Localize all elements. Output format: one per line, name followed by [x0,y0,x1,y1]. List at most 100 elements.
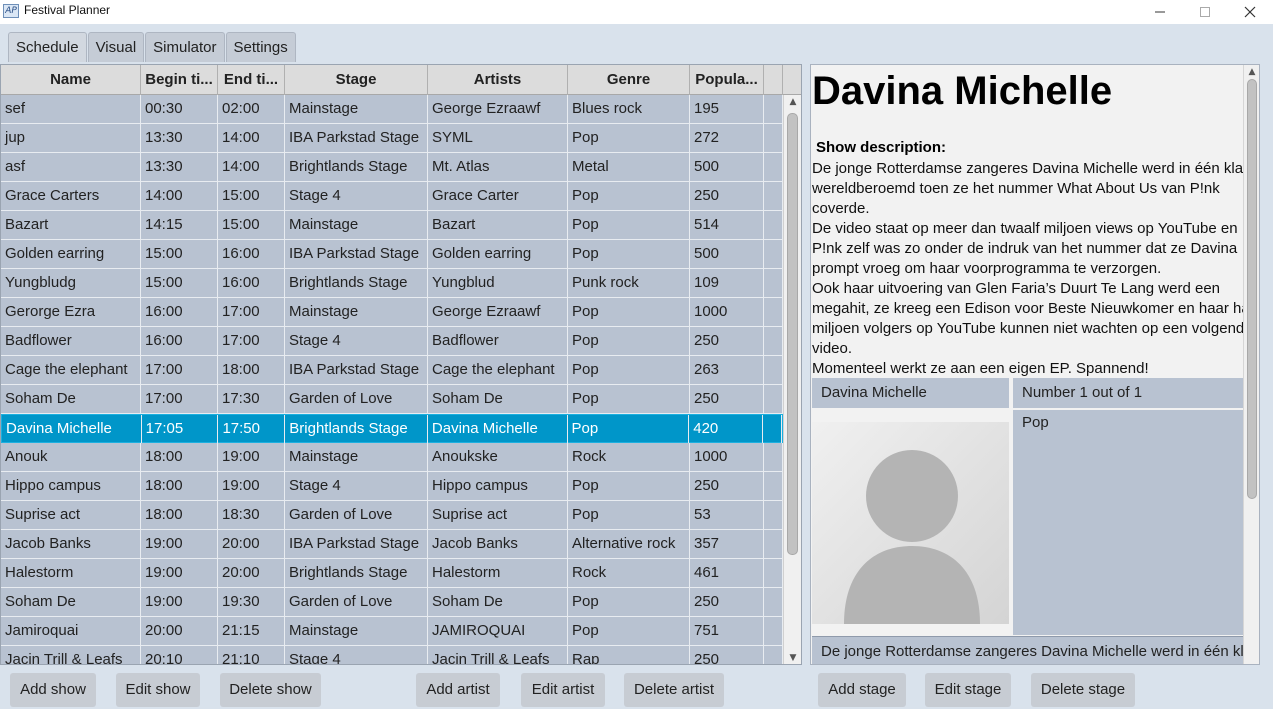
add-artist-button[interactable]: Add artist [416,673,500,707]
cell-popularity: 250 [690,472,764,500]
cell-genre: Rock [568,443,690,471]
add-stage-button[interactable]: Add stage [818,673,906,707]
cell-genre: Pop [568,298,690,326]
delete-stage-button[interactable]: Delete stage [1031,673,1135,707]
cell-stage: Garden of Love [285,385,428,413]
table-row[interactable]: Anouk 18:00 19:00 Mainstage Anoukske Rock 1000 [1,443,783,472]
close-button[interactable] [1227,0,1273,24]
tab-simulator[interactable]: Simulator [145,32,225,62]
table-row[interactable]: Jamiroquai 20:00 21:15 Mainstage JAMIROQUAI P… [1,617,783,646]
table-row[interactable]: Soham De 17:00 17:30 Garden of Love Soham De… [1,385,783,414]
tab-settings[interactable]: Settings [225,32,296,62]
cell-extra [764,385,783,413]
table-row[interactable]: Cage the elephant 17:00 18:00 IBA Parkstad … [1,356,783,385]
cell-popularity: 250 [690,182,764,210]
table-row[interactable]: Bazart 14:15 15:00 Mainstage Bazart Pop 514 [1,211,783,240]
edit-artist-button[interactable]: Edit artist [521,673,605,707]
delete-artist-button[interactable]: Delete artist [624,673,724,707]
cell-end-time: 17:00 [218,327,285,355]
cell-extra [764,646,783,664]
cell-end-time: 14:00 [218,153,285,181]
cell-genre: Metal [568,153,690,181]
minimize-button[interactable] [1137,0,1183,24]
cell-name: Badflower [1,327,141,355]
cell-begin-time: 15:00 [141,269,218,297]
table-scrollbar-thumb[interactable] [787,113,798,555]
description-line: megahit, ze kreeg een Edison voor Beste … [812,300,1244,317]
description-line: De video staat op meer dan twaalf miljoe… [812,220,1238,237]
cell-stage: Garden of Love [285,588,428,616]
table-row[interactable]: Soham De 19:00 19:30 Garden of Love Soham De… [1,588,783,617]
cell-popularity: 250 [690,385,764,413]
column-header-genre[interactable]: Genre [568,65,690,95]
tab-visual[interactable]: Visual [87,32,145,62]
cell-stage: Stage 4 [285,327,428,355]
table-row[interactable]: Grace Carters 14:00 15:00 Stage 4 Grace Cart… [1,182,783,211]
detail-scrollbar-thumb[interactable] [1247,79,1257,499]
column-header-stage[interactable]: Stage [285,65,428,95]
tab-schedule[interactable]: Schedule [8,32,87,62]
cell-end-time: 19:30 [218,588,285,616]
table-row[interactable]: Yungbludg 15:00 16:00 Brightlands Stage Yung… [1,269,783,298]
column-header-begin-time[interactable]: Begin ti... [141,65,218,95]
cell-genre: Rap [568,646,690,664]
cell-name: Halestorm [1,559,141,587]
table-row[interactable]: Hippo campus 18:00 19:00 Stage 4 Hippo campu… [1,472,783,501]
cell-genre: Pop [568,211,690,239]
cell-artists: Suprise act [428,501,568,529]
cell-stage: Brightlands Stage [285,153,428,181]
cell-popularity: 461 [690,559,764,587]
description-line: wereldberoemd toen ze het nummer What Ab… [812,180,1220,197]
scroll-down-icon[interactable]: ▼ [788,653,798,663]
column-header-artists[interactable]: Artists [428,65,568,95]
cell-name: Jacob Banks [1,530,141,558]
scroll-up-icon[interactable]: ▲ [788,97,798,107]
table-row[interactable]: jup 13:30 14:00 IBA Parkstad Stage SYML Pop 27… [1,124,783,153]
column-header-extra [764,65,783,95]
close-icon [1244,6,1256,18]
edit-stage-button[interactable]: Edit stage [925,673,1011,707]
column-header-popularity[interactable]: Popula... [690,65,764,95]
edit-show-button[interactable]: Edit show [116,673,200,707]
maximize-icon [1200,7,1210,17]
cell-extra [764,530,783,558]
detail-scroll-up-icon[interactable]: ▲ [1247,67,1257,77]
cell-genre: Punk rock [568,269,690,297]
cell-name: Gerorge Ezra [1,298,141,326]
cell-stage: IBA Parkstad Stage [285,530,428,558]
cell-begin-time: 18:00 [141,501,218,529]
table-row[interactable]: Gerorge Ezra 16:00 17:00 Mainstage George Ez… [1,298,783,327]
description-line: prompt vroeg om haar voorprogramma te ve… [812,260,1162,277]
detail-scrollbar[interactable]: ▲ [1243,65,1259,664]
cell-stage: Brightlands Stage [285,559,428,587]
add-show-button[interactable]: Add show [10,673,96,707]
cell-begin-time: 19:00 [141,530,218,558]
cell-artists: SYML [428,124,568,152]
table-row[interactable]: Golden earring 15:00 16:00 IBA Parkstad Sta… [1,240,783,269]
table-row[interactable]: Badflower 16:00 17:00 Stage 4 Badflower Pop 25… [1,327,783,356]
table-row[interactable]: Jacin Trill & Leafs 20:10 21:10 Stage 4 Jaci… [1,646,783,664]
cell-extra [764,588,783,616]
cell-genre: Blues rock [568,95,690,123]
cell-begin-time: 16:00 [141,327,218,355]
table-row[interactable]: asf 13:30 14:00 Brightlands Stage Mt. Atlas M… [1,153,783,182]
column-header-name[interactable]: Name [1,65,141,95]
table-row[interactable]: Davina Michelle 17:05 17:50 Brightlands Sta… [1,414,783,443]
table-scrollbar[interactable]: ▲ ▼ [783,95,801,664]
table-row[interactable]: Suprise act 18:00 18:30 Garden of Love Supri… [1,501,783,530]
cell-end-time: 15:00 [218,211,285,239]
column-header-end-time[interactable]: End ti... [218,65,285,95]
cell-end-time: 19:00 [218,443,285,471]
table-row[interactable]: sef 00:30 02:00 Mainstage George Ezraawf Blue… [1,95,783,124]
cell-begin-time: 14:15 [141,211,218,239]
cell-end-time: 19:00 [218,472,285,500]
maximize-button[interactable] [1182,0,1228,24]
cell-begin-time: 19:00 [141,588,218,616]
delete-show-button[interactable]: Delete show [220,673,321,707]
table-row[interactable]: Jacob Banks 19:00 20:00 IBA Parkstad Stage J… [1,530,783,559]
table-row[interactable]: Halestorm 19:00 20:00 Brightlands Stage Hale… [1,559,783,588]
schedule-table: Name Begin ti... End ti... Stage Artists… [0,64,802,665]
cell-name: Soham De [1,385,141,413]
artist-name-label: Davina Michelle [812,378,1009,408]
cell-genre: Pop [568,472,690,500]
